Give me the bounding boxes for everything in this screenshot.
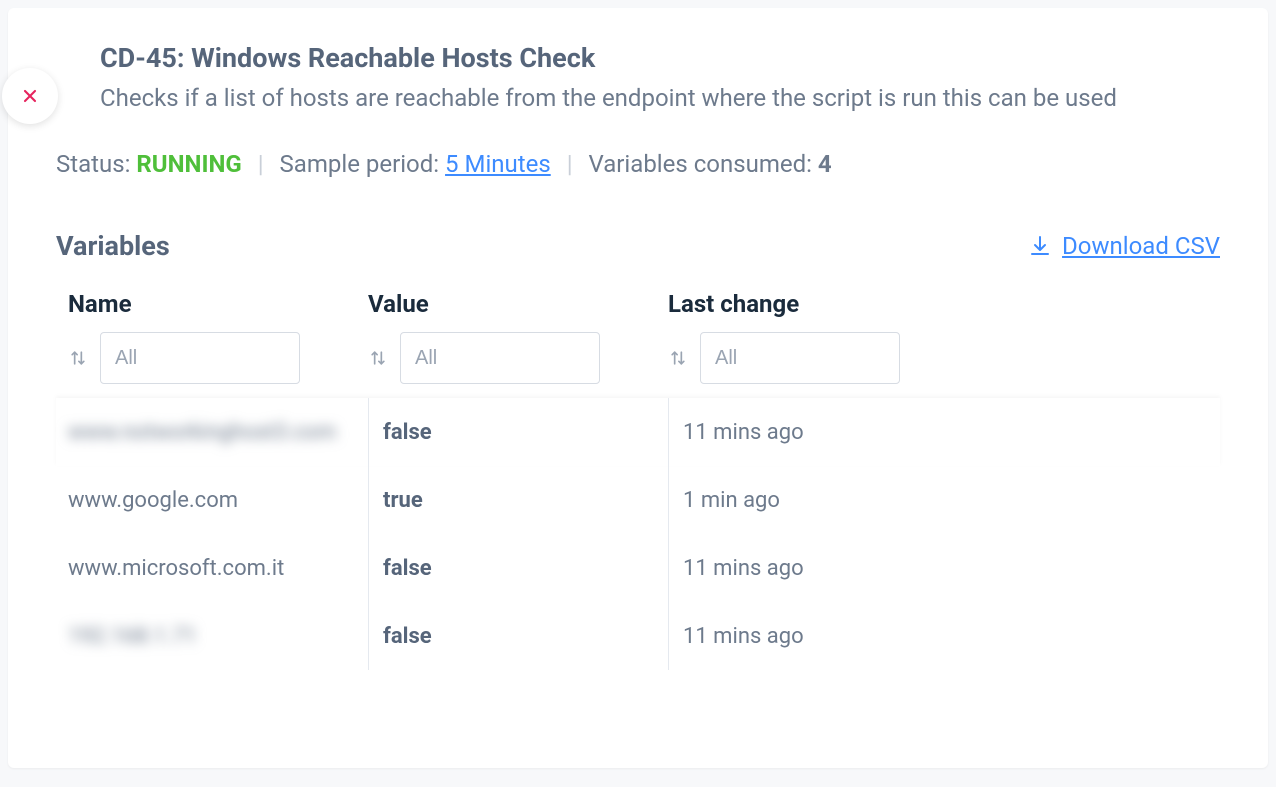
sort-icon[interactable] (68, 348, 88, 368)
cell-value: false (368, 602, 668, 670)
page-description: Checks if a list of hosts are reachable … (56, 80, 1220, 116)
col-header-name: Name (68, 290, 368, 318)
consumed-label: Variables consumed: (589, 150, 818, 178)
table-row: 192.168.1.71false11 mins ago (56, 602, 1220, 670)
sample-label: Sample period: (280, 150, 446, 178)
cell-name: www.microsoft.com.it (68, 556, 368, 581)
close-icon (20, 86, 40, 106)
download-csv-link[interactable]: Download CSV (1028, 232, 1220, 260)
consumed-value: 4 (818, 150, 832, 178)
sort-icon[interactable] (368, 348, 388, 368)
close-button[interactable] (2, 68, 58, 124)
cell-name: www.notworkinghost3.com (68, 420, 368, 445)
status-value: RUNNING (136, 150, 241, 178)
cell-last-change: 1 min ago (668, 466, 1208, 534)
cell-value: false (368, 534, 668, 602)
table-row: www.notworkinghost3.comfalse11 mins ago (56, 398, 1220, 466)
filter-name-input[interactable] (100, 332, 300, 384)
col-header-last: Last change (668, 290, 1208, 318)
filter-value-input[interactable] (400, 332, 600, 384)
section-title: Variables (56, 230, 170, 262)
status-label: Status: (56, 150, 136, 178)
cell-value: true (368, 466, 668, 534)
cell-last-change: 11 mins ago (668, 602, 1208, 670)
detail-card: CD-45: Windows Reachable Hosts Check Che… (8, 8, 1268, 768)
download-icon (1028, 234, 1052, 258)
col-header-value: Value (368, 290, 668, 318)
cell-name: www.google.com (68, 488, 368, 513)
table-row: www.microsoft.com.itfalse11 mins ago (56, 534, 1220, 602)
cell-last-change: 11 mins ago (668, 534, 1208, 602)
page-title: CD-45: Windows Reachable Hosts Check (56, 42, 1220, 74)
variables-table: Name Value Last change (56, 290, 1220, 670)
table-body: www.notworkinghost3.comfalse11 mins agow… (56, 398, 1220, 670)
sample-period-link[interactable]: 5 Minutes (445, 150, 551, 178)
cell-name: 192.168.1.71 (68, 624, 368, 649)
cell-value: false (368, 398, 668, 466)
table-header: Name Value Last change (56, 290, 1220, 384)
sort-icon[interactable] (668, 348, 688, 368)
filter-last-input[interactable] (700, 332, 900, 384)
meta-bar: Status: RUNNING | Sample period: 5 Minut… (56, 150, 1220, 178)
table-row: www.google.comtrue1 min ago (56, 466, 1220, 534)
cell-last-change: 11 mins ago (668, 398, 1208, 466)
